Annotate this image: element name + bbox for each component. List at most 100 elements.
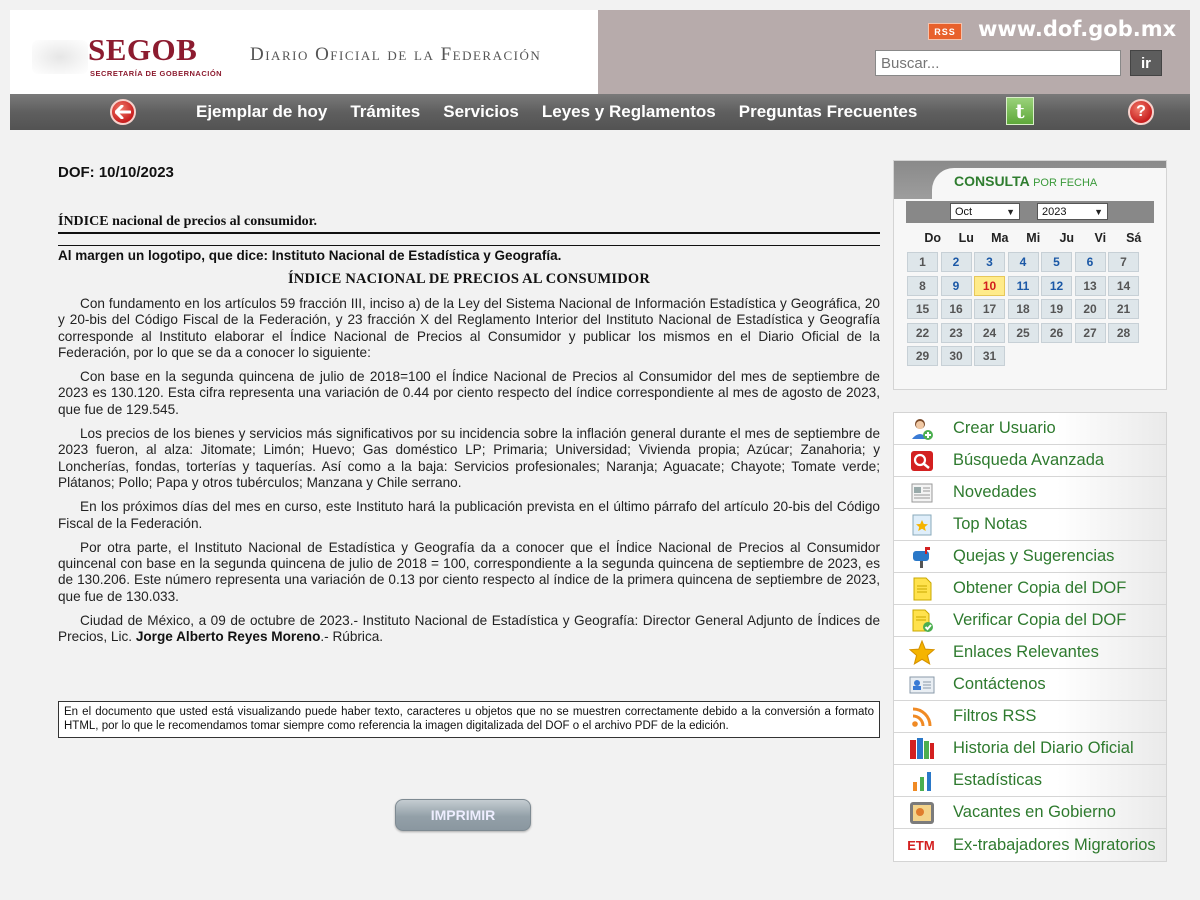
rss-icon[interactable]: RSS <box>928 23 962 40</box>
twitter-icon[interactable]: t <box>1006 97 1034 125</box>
sidebar-item-ex-trabajadores-migratorios[interactable]: ETM Ex-trabajadores Migratorios <box>894 829 1166 861</box>
calendar-day[interactable]: 20 <box>1074 299 1106 319</box>
calendar-day[interactable]: 2 <box>940 252 972 272</box>
sidebar-item-quejas-y-sugerencias[interactable]: Quejas y Sugerencias <box>894 541 1166 573</box>
header-logo-area: SEGOB SECRETARÍA DE GOBERNACIÓN Diario O… <box>10 10 598 94</box>
side-menu: Crear Usuario Búsqueda Avanzada Novedades T… <box>893 412 1167 862</box>
sidebar-item-label: Estadísticas <box>953 771 1042 789</box>
calendar-day[interactable]: 31 <box>974 346 1005 366</box>
sidebar-item-estadisticas[interactable]: Estadísticas <box>894 765 1166 797</box>
bar-chart-icon <box>908 768 936 794</box>
signatory-name: Jorge Alberto Reyes Moreno <box>135 629 321 645</box>
sidebar-item-obtener-copia-del-dof[interactable]: Obtener Copia del DOF <box>894 573 1166 605</box>
calendar-day[interactable]: 15 <box>907 299 938 319</box>
calendar-day[interactable]: 10 <box>974 275 1005 296</box>
divider <box>58 245 880 246</box>
calendar-day[interactable]: 30 <box>940 346 972 366</box>
header-search-area: RSS www.dof.gob.mx ir <box>598 10 1190 94</box>
paragraph: Con fundamento en los artículos 59 fracc… <box>58 296 880 360</box>
document-icon <box>908 576 936 602</box>
search-input[interactable] <box>875 50 1121 76</box>
calendar-day[interactable]: 22 <box>907 322 938 343</box>
sidebar-item-label: Top Notas <box>953 515 1028 533</box>
segob-logo[interactable]: SEGOB <box>88 32 197 68</box>
year-value: 2023 <box>1042 205 1067 218</box>
main-nav: Ejemplar de hoy Trámites Servicios Leyes… <box>10 94 1190 130</box>
margin-note: Al margen un logotipo, que dice: Institu… <box>58 248 562 263</box>
calendar-day[interactable]: 16 <box>940 299 972 319</box>
calendar-day[interactable]: 21 <box>1108 299 1139 319</box>
sidebar-item-enlaces-relevantes[interactable]: Enlaces Relevantes <box>894 637 1166 669</box>
mailbox-icon <box>908 544 936 570</box>
news-icon <box>908 480 936 506</box>
segob-subtitle: SECRETARÍA DE GOBERNACIÓN <box>90 69 223 78</box>
month-select[interactable]: Oct ▼ <box>950 203 1020 220</box>
calendar-day[interactable]: 13 <box>1074 275 1106 296</box>
weekday-label: Ju <box>1059 231 1075 245</box>
calendar-day[interactable]: 29 <box>907 346 938 366</box>
calendar-day[interactable]: 24 <box>974 322 1005 343</box>
sidebar-item-label: Filtros RSS <box>953 707 1037 725</box>
chevron-down-icon: ▼ <box>1094 206 1103 217</box>
calendar-day[interactable]: 3 <box>974 252 1005 272</box>
print-button[interactable]: IMPRIMIR <box>395 799 531 831</box>
calendar-day[interactable]: 28 <box>1108 322 1139 343</box>
dof-date: DOF: 10/10/2023 <box>58 164 174 181</box>
sidebar-item-novedades[interactable]: Novedades <box>894 477 1166 509</box>
calendar-day[interactable]: 12 <box>1041 275 1072 296</box>
calendar-day[interactable]: 25 <box>1007 322 1039 343</box>
calendar-day[interactable]: 19 <box>1041 299 1072 319</box>
calendar-day[interactable]: 23 <box>940 322 972 343</box>
calendar-day[interactable]: 9 <box>940 275 972 296</box>
nav-item-leyes[interactable]: Leyes y Reglamentos <box>542 102 716 122</box>
calendar-day[interactable]: 17 <box>974 299 1005 319</box>
weekday-label: Do <box>924 231 942 245</box>
calendar-day[interactable]: 18 <box>1007 299 1039 319</box>
site-title[interactable]: Diario Oficial de la Federación <box>250 44 541 66</box>
calendar-day[interactable]: 5 <box>1041 252 1072 272</box>
sidebar-item-label: Quejas y Sugerencias <box>953 547 1115 565</box>
help-icon[interactable]: ? <box>1128 99 1154 125</box>
weekday-label: Sá <box>1126 231 1142 245</box>
weekday-header: Do Lu Ma Mi Ju Vi Sá <box>916 231 1151 245</box>
segob-emblem-icon <box>32 40 88 74</box>
year-select[interactable]: 2023 ▼ <box>1037 203 1108 220</box>
user-add-icon <box>908 416 936 442</box>
calendar-day[interactable]: 11 <box>1007 275 1039 296</box>
search-icon <box>908 448 936 474</box>
sidebar-item-vacantes-en-gobierno[interactable]: Vacantes en Gobierno <box>894 797 1166 829</box>
document-check-icon <box>908 608 936 634</box>
books-icon <box>908 736 936 762</box>
rss-icon <box>908 704 936 730</box>
calendar-title: CONSULTA POR FECHA <box>954 173 1097 189</box>
calendar-day[interactable]: 1 <box>907 252 938 272</box>
sidebar-item-verificar-copia-del-dof[interactable]: Verificar Copia del DOF <box>894 605 1166 637</box>
calendar-title-sub: POR FECHA <box>1033 177 1098 189</box>
weekday-label: Ma <box>991 231 1009 245</box>
calendar-title-main: CONSULTA <box>954 173 1030 189</box>
nav-item-ejemplar[interactable]: Ejemplar de hoy <box>196 102 327 122</box>
calendar-day[interactable]: 26 <box>1041 322 1072 343</box>
sidebar-item-crear-usuario[interactable]: Crear Usuario <box>894 413 1166 445</box>
calendar-day[interactable]: 4 <box>1007 252 1039 272</box>
sidebar-item-filtros-rss[interactable]: Filtros RSS <box>894 701 1166 733</box>
nav-item-servicios[interactable]: Servicios <box>443 102 519 122</box>
sidebar-item-label: Crear Usuario <box>953 419 1056 437</box>
calendar-day[interactable]: 8 <box>907 275 938 296</box>
calendar-day[interactable]: 27 <box>1074 322 1106 343</box>
disclaimer-box: En el documento que usted está visualiza… <box>58 701 880 738</box>
sidebar-item-label: Novedades <box>953 483 1037 501</box>
calendar-day[interactable]: 6 <box>1074 252 1106 272</box>
date-calendar: CONSULTA POR FECHA Oct ▼ 2023 ▼ Do Lu Ma M… <box>893 160 1167 390</box>
search-button[interactable]: ir <box>1130 50 1162 76</box>
sidebar-item-contactenos[interactable]: Contáctenos <box>894 669 1166 701</box>
sidebar-item-historia-del-diario-oficial[interactable]: Historia del Diario Oficial <box>894 733 1166 765</box>
nav-item-preguntas[interactable]: Preguntas Frecuentes <box>739 102 918 122</box>
site-url[interactable]: www.dof.gob.mx <box>978 17 1176 41</box>
nav-item-tramites[interactable]: Trámites <box>350 102 420 122</box>
sidebar-item-busqueda-avanzada[interactable]: Búsqueda Avanzada <box>894 445 1166 477</box>
calendar-day[interactable]: 14 <box>1108 275 1139 296</box>
sidebar-item-top-notas[interactable]: Top Notas <box>894 509 1166 541</box>
calendar-day[interactable]: 7 <box>1108 252 1139 272</box>
back-arrow-icon[interactable] <box>110 99 136 125</box>
